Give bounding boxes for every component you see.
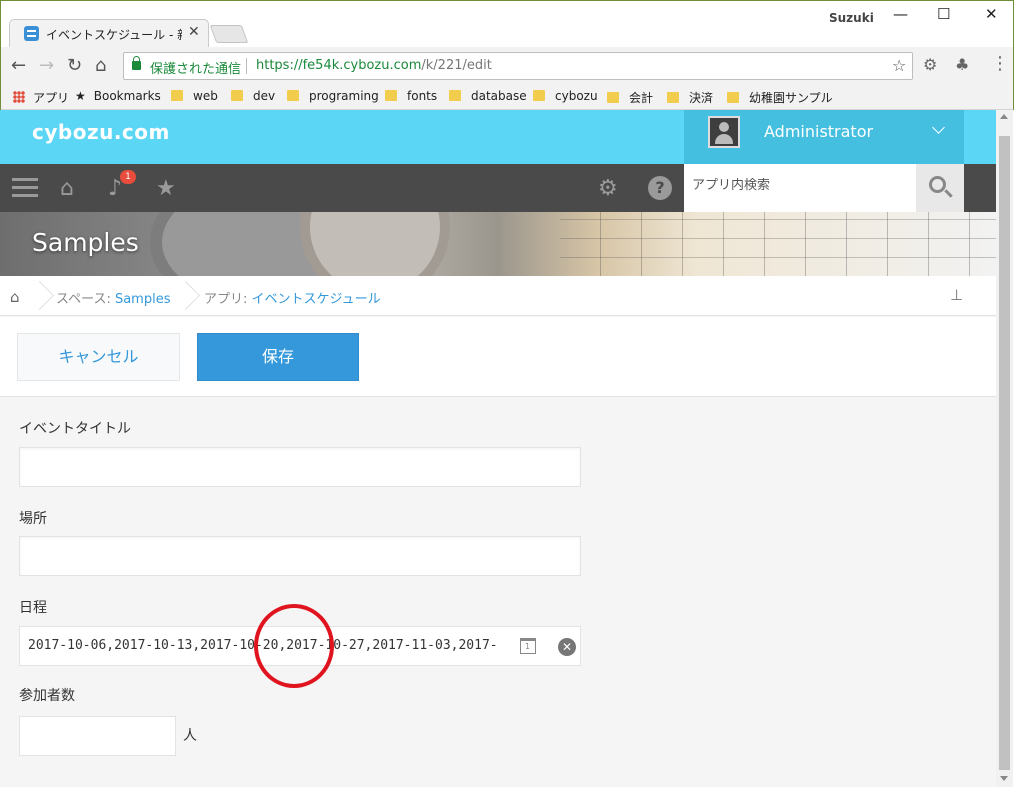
bookmark-bookmarks[interactable]: ★ Bookmarks bbox=[75, 89, 161, 103]
app-nav-bar: ⌂ ♪ 1 ★ ⚙ ? bbox=[0, 164, 996, 212]
save-button[interactable]: 保存 bbox=[197, 333, 359, 381]
tab-title: イベントスケジュール - 新しい bbox=[46, 28, 182, 42]
folder-icon bbox=[607, 92, 619, 103]
user-menu[interactable]: Administrator bbox=[684, 110, 964, 164]
browser-window: イベントスケジュール - 新しい ✕ Suzuki — ☐ ✕ ← → ↻ ⌂ … bbox=[0, 0, 1014, 110]
bookmarks-bar: アプリ ★ Bookmarks web dev programing fonts … bbox=[1, 85, 1013, 110]
calendar-icon[interactable]: 1 bbox=[520, 638, 536, 654]
title-bar: イベントスケジュール - 新しい ✕ Suzuki — ☐ ✕ bbox=[1, 1, 1013, 47]
portal-home-icon[interactable]: ⌂ bbox=[60, 176, 74, 201]
event-title-label: イベントタイトル bbox=[19, 421, 131, 437]
breadcrumb-space: スペース: Samples bbox=[56, 292, 171, 307]
url-text[interactable]: https://fe54k.cybozu.com/k/221/edit bbox=[256, 58, 492, 73]
participants-input[interactable] bbox=[19, 716, 176, 756]
bookmark-kessai[interactable]: 決済 bbox=[667, 89, 713, 106]
star-icon: ★ bbox=[75, 89, 86, 103]
tab-close-icon[interactable]: ✕ bbox=[188, 24, 200, 40]
maximize-button[interactable]: ☐ bbox=[937, 5, 950, 23]
chevron-down-icon bbox=[932, 121, 945, 134]
home-icon[interactable]: ⌂ bbox=[95, 55, 106, 76]
space-title: Samples bbox=[32, 228, 139, 257]
folder-icon bbox=[667, 92, 679, 103]
location-input[interactable] bbox=[19, 536, 581, 576]
bookmark-apps[interactable]: アプリ bbox=[13, 89, 69, 106]
bookmark-cybozu[interactable]: cybozu bbox=[533, 89, 598, 103]
folder-icon bbox=[449, 90, 461, 101]
folder-icon bbox=[533, 90, 545, 101]
lock-icon bbox=[132, 56, 141, 70]
global-header: cybozu.com Administrator bbox=[0, 110, 996, 164]
scroll-down-arrow-icon[interactable] bbox=[1000, 776, 1008, 781]
browser-menu-icon[interactable]: ⋮ bbox=[991, 53, 1009, 74]
bookmark-database[interactable]: database bbox=[449, 89, 527, 103]
bookmark-programing[interactable]: programing bbox=[287, 89, 379, 103]
user-display-name: Administrator bbox=[764, 122, 874, 141]
folder-icon bbox=[287, 90, 299, 101]
breadcrumb-separator bbox=[34, 276, 48, 316]
browser-toolbar: ← → ↻ ⌂ 保護された通信 https://fe54k.cybozu.com… bbox=[1, 47, 1013, 85]
banner-gear-image bbox=[300, 212, 450, 276]
folder-icon bbox=[171, 90, 183, 101]
cancel-button[interactable]: キャンセル bbox=[17, 333, 180, 381]
breadcrumb-space-link[interactable]: Samples bbox=[115, 292, 171, 307]
bookmark-fonts[interactable]: fonts bbox=[385, 89, 437, 103]
cybozu-logo[interactable]: cybozu.com bbox=[32, 120, 170, 144]
close-window-button[interactable]: ✕ bbox=[985, 5, 998, 23]
new-tab-button[interactable] bbox=[209, 25, 249, 43]
profile-name[interactable]: Suzuki bbox=[829, 11, 874, 25]
omnibox-divider bbox=[246, 58, 247, 74]
pin-icon[interactable]: ⊥ bbox=[950, 286, 963, 304]
browser-tab[interactable]: イベントスケジュール - 新しい ✕ bbox=[9, 19, 209, 47]
help-icon[interactable]: ? bbox=[648, 176, 672, 200]
app-search bbox=[684, 164, 916, 212]
event-title-input[interactable] bbox=[19, 447, 581, 487]
bookmark-web[interactable]: web bbox=[171, 89, 218, 103]
scrollbar-thumb[interactable] bbox=[999, 136, 1010, 770]
search-button[interactable] bbox=[916, 164, 964, 212]
record-action-bar: キャンセル 保存 bbox=[0, 317, 996, 397]
notification-badge: 1 bbox=[120, 170, 136, 184]
record-edit-form: イベントタイトル 場所 日程 2017-10-06,2017-10-13,201… bbox=[0, 398, 996, 787]
menu-icon[interactable] bbox=[12, 178, 38, 198]
url-host: https://fe54k.cybozu.com bbox=[256, 58, 422, 73]
participants-label: 参加者数 bbox=[19, 688, 75, 704]
banner-blueprint-image bbox=[560, 212, 996, 276]
favorites-star-icon[interactable]: ★ bbox=[156, 176, 176, 201]
breadcrumb-app-link[interactable]: イベントスケジュール bbox=[252, 292, 381, 307]
page-scrollbar[interactable] bbox=[996, 110, 1013, 787]
forward-arrow-icon[interactable]: → bbox=[39, 55, 54, 76]
scroll-up-arrow-icon[interactable] bbox=[1000, 114, 1008, 119]
app-favicon-icon bbox=[24, 26, 39, 41]
clear-icon[interactable]: ✕ bbox=[558, 638, 576, 656]
minimize-button[interactable]: — bbox=[893, 5, 908, 23]
breadcrumb-separator bbox=[180, 276, 194, 316]
bookmark-dev[interactable]: dev bbox=[231, 89, 275, 103]
bookmark-youchien-sample[interactable]: 幼稚園サンプル bbox=[727, 89, 833, 106]
secure-label: 保護された通信 bbox=[150, 62, 242, 77]
address-bar[interactable]: 保護された通信 https://fe54k.cybozu.com/k/221/e… bbox=[123, 52, 913, 80]
bookmark-kaikei[interactable]: 会計 bbox=[607, 89, 653, 106]
space-banner: Samples bbox=[0, 212, 996, 276]
settings-gear-icon[interactable]: ⚙ bbox=[598, 176, 618, 201]
apps-grid-icon bbox=[13, 91, 25, 103]
extension-gear-icon[interactable]: ⚙ bbox=[923, 55, 937, 74]
schedule-label: 日程 bbox=[19, 600, 47, 616]
annotation-circle bbox=[254, 604, 334, 688]
participants-unit: 人 bbox=[183, 728, 197, 744]
folder-icon bbox=[727, 92, 739, 103]
breadcrumb-home-icon[interactable]: ⌂ bbox=[10, 288, 20, 306]
bookmark-star-icon[interactable]: ☆ bbox=[892, 56, 906, 75]
url-path: /k/221/edit bbox=[421, 58, 492, 73]
location-label: 場所 bbox=[19, 511, 47, 527]
app-search-input[interactable] bbox=[692, 178, 908, 193]
extension-icon[interactable]: ♣ bbox=[955, 55, 969, 74]
kintone-page: cybozu.com Administrator ⌂ ♪ 1 ★ ⚙ ? Sam… bbox=[0, 110, 996, 787]
folder-icon bbox=[385, 90, 397, 101]
breadcrumb-app: アプリ: イベントスケジュール bbox=[204, 292, 381, 307]
folder-icon bbox=[231, 90, 243, 101]
back-arrow-icon[interactable]: ← bbox=[11, 55, 26, 76]
breadcrumb: ⌂ スペース: Samples アプリ: イベントスケジュール ⊥ bbox=[0, 276, 996, 316]
reload-icon[interactable]: ↻ bbox=[67, 55, 82, 76]
user-avatar bbox=[708, 116, 740, 148]
